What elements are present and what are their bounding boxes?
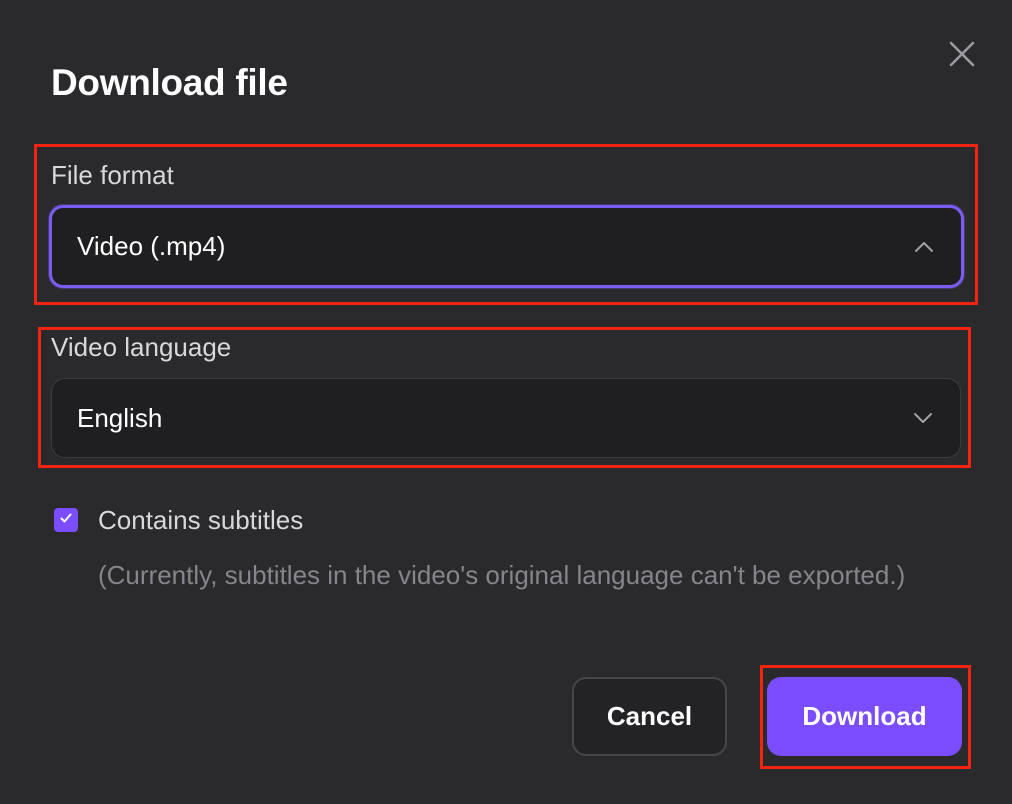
file-format-label: File format	[51, 160, 174, 190]
subtitles-checkbox[interactable]	[54, 508, 78, 532]
video-language-label: Video language	[51, 332, 232, 362]
file-format-select[interactable]: Video (.mp4)	[49, 205, 964, 288]
checkmark-icon	[58, 510, 74, 531]
download-button-label: Download	[802, 701, 927, 731]
download-dialog: Download file File format Video (.mp4) V…	[0, 0, 1012, 804]
download-button[interactable]: Download	[767, 677, 962, 756]
video-language-select[interactable]: English	[51, 378, 961, 458]
file-format-value: Video (.mp4)	[77, 231, 226, 261]
chevron-down-icon	[912, 411, 934, 425]
dialog-title: Download file	[51, 62, 288, 103]
subtitles-note: (Currently, subtitles in the video's ori…	[98, 560, 906, 590]
video-language-value: English	[77, 402, 163, 433]
close-icon	[944, 36, 980, 72]
cancel-button-label: Cancel	[606, 701, 693, 731]
cancel-button[interactable]: Cancel	[572, 677, 727, 756]
close-button[interactable]	[944, 36, 980, 72]
subtitles-label[interactable]: Contains subtitles	[98, 505, 303, 536]
chevron-up-icon	[913, 240, 935, 254]
